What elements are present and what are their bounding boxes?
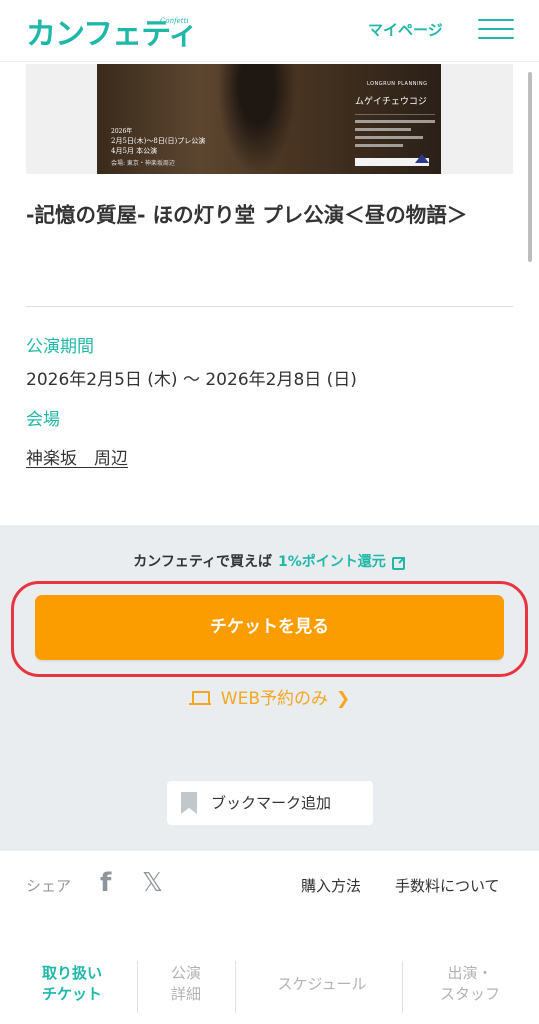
banner-date-pre: 2月5日(木)〜8日(日)プレ公演 bbox=[111, 137, 206, 145]
period-label: 公演期間 bbox=[26, 337, 94, 357]
external-link-icon[interactable] bbox=[391, 554, 406, 570]
tab-cast-staff[interactable]: 出演・ スタッフ bbox=[420, 963, 520, 1005]
web-only-label: WEB予約のみ bbox=[220, 689, 328, 709]
banner-title: ムゲイチェウコジ bbox=[355, 97, 427, 107]
mypage-link[interactable]: マイページ bbox=[368, 19, 443, 40]
bookmark-label: ブックマーク追加 bbox=[211, 794, 332, 812]
point-info[interactable]: カンフェティで買えば 1%ポイント還元 bbox=[0, 551, 539, 571]
tab-tickets[interactable]: 取り扱い チケット bbox=[26, 963, 118, 1005]
tab-details[interactable]: 公演 詳細 bbox=[150, 963, 222, 1005]
tab-separator bbox=[235, 961, 236, 1013]
share-label: シェア bbox=[26, 877, 72, 895]
site-logo-sub: Confetti bbox=[160, 17, 189, 25]
view-tickets-button[interactable]: チケットを見る bbox=[35, 595, 504, 660]
banner-brand: LONGRUN PLANNING bbox=[367, 81, 428, 87]
banner-triangle-logo bbox=[415, 154, 429, 163]
tab-separator bbox=[402, 961, 403, 1013]
venue-link[interactable]: 神楽坂 周辺 bbox=[26, 444, 128, 469]
bookmark-button[interactable]: ブックマーク追加 bbox=[167, 781, 373, 825]
facebook-icon[interactable]: f bbox=[100, 868, 111, 898]
chevron-right-icon: ❯ bbox=[335, 689, 351, 709]
tab-label: 詳細 bbox=[170, 985, 201, 1003]
x-twitter-icon[interactable]: 𝕏 bbox=[142, 868, 163, 898]
hamburger-menu-icon[interactable] bbox=[478, 19, 514, 41]
tab-label: 出演・ bbox=[447, 964, 493, 982]
banner-venue: 会場: 東京・神楽坂周辺 bbox=[111, 160, 175, 167]
point-accent[interactable]: 1%ポイント還元 bbox=[278, 554, 386, 570]
divider bbox=[26, 306, 513, 307]
scrollbar[interactable] bbox=[528, 72, 532, 262]
event-title: -記憶の質屋- ほの灯り堂 プレ公演＜昼の物語＞ bbox=[26, 203, 468, 227]
tab-schedule[interactable]: スケジュール bbox=[252, 974, 392, 995]
banner-figure bbox=[217, 64, 297, 174]
tab-label: チケット bbox=[41, 985, 102, 1003]
venue-label: 会場 bbox=[26, 410, 60, 430]
bookmark-icon bbox=[181, 792, 197, 814]
event-banner-image: 2026年 2月5日(木)〜8日(日)プレ公演 4月5月 本公演 会場: 東京・… bbox=[97, 64, 441, 174]
tab-label: 取り扱い bbox=[41, 964, 102, 982]
tab-separator bbox=[137, 961, 138, 1013]
banner-credits bbox=[355, 114, 435, 154]
fee-info-link[interactable]: 手数料について bbox=[395, 875, 500, 896]
buy-method-link[interactable]: 購入方法 bbox=[301, 875, 361, 896]
period-value: 2026年2月5日 (木) 〜 2026年2月8日 (日) bbox=[26, 370, 357, 390]
tab-label: 公演 bbox=[170, 964, 201, 982]
site-logo[interactable]: カンフェティ bbox=[26, 9, 198, 53]
laptop-icon bbox=[188, 690, 211, 706]
tab-label: スタッフ bbox=[439, 985, 500, 1003]
banner-date-main: 4月5月 本公演 bbox=[111, 147, 158, 155]
point-text: カンフェティで買えば bbox=[133, 554, 272, 570]
event-banner: 2026年 2月5日(木)〜8日(日)プレ公演 4月5月 本公演 会場: 東京・… bbox=[26, 64, 513, 174]
bottom-tab-bar: 取り扱い チケット 公演 詳細 スケジュール 出演・ スタッフ bbox=[0, 957, 539, 1024]
tab-label: スケジュール bbox=[277, 975, 367, 993]
web-only-link[interactable]: WEB予約のみ ❯ bbox=[0, 684, 539, 709]
site-header: カンフェティ Confetti マイページ bbox=[0, 0, 539, 62]
banner-year: 2026年 bbox=[111, 128, 133, 135]
